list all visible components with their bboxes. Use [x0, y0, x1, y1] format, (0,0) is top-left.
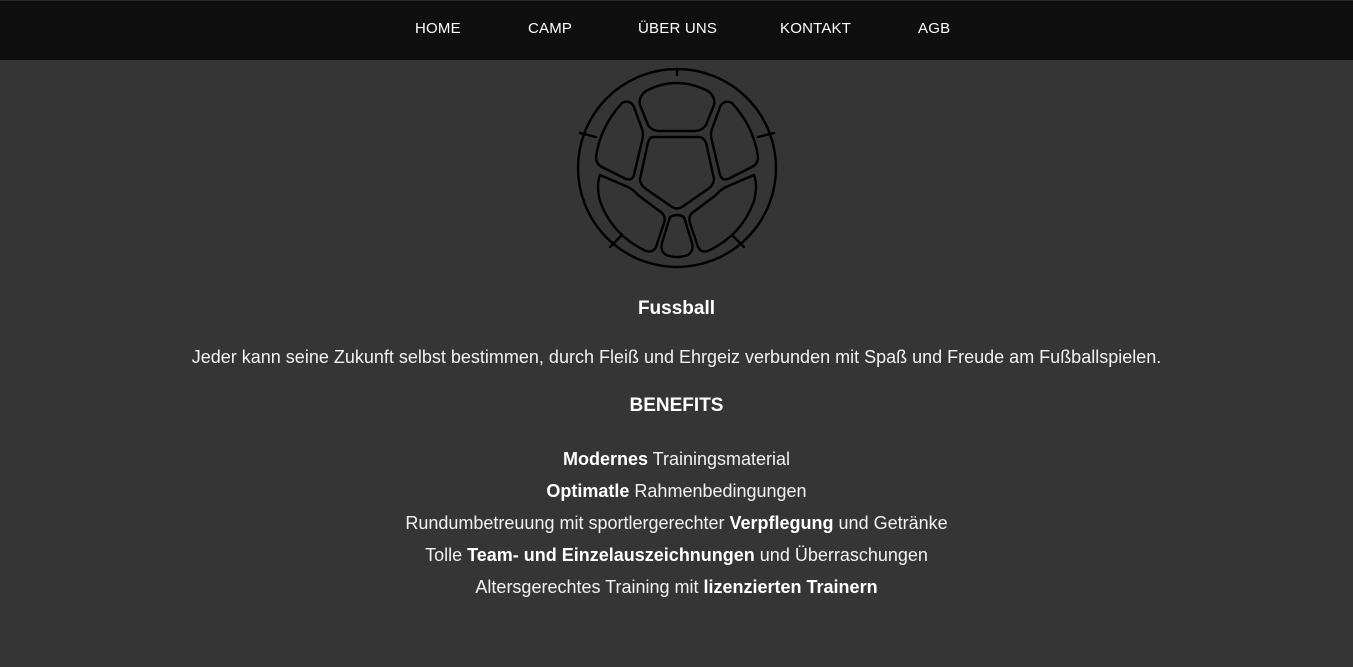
benefits-heading: BENEFITS	[629, 395, 724, 416]
benefit-text: Rundumbetreuung mit sportlergerechter	[405, 513, 730, 533]
list-item: Modernes Trainingsmaterial	[0, 443, 1353, 475]
benefit-highlight: lizenzierten Trainern	[703, 577, 878, 597]
nav-item-agb[interactable]: AGB	[918, 20, 950, 37]
nav-item-camp[interactable]: CAMP	[528, 20, 572, 37]
list-item: Optimatle Rahmenbedingungen	[0, 475, 1353, 507]
nav-item-ueber-uns[interactable]: ÜBER UNS	[638, 20, 717, 37]
list-item: Tolle Team- und Einzelauszeichnungen und…	[0, 539, 1353, 571]
benefit-text: Rahmenbedingungen	[629, 481, 807, 501]
benefit-text: Tolle	[425, 545, 468, 565]
page-title: Fussball	[637, 298, 716, 319]
list-item: Altersgerechtes Training mit lizenzierte…	[0, 571, 1353, 603]
benefits-list: Modernes Trainingsmaterial Optimatle Rah…	[0, 443, 1353, 603]
benefit-text: Altersgerechtes Training mit	[475, 577, 704, 597]
benefit-highlight: Verpflegung	[729, 513, 834, 533]
benefit-text: und Getränke	[833, 513, 948, 533]
top-navigation: HOME CAMP ÜBER UNS KONTAKT AGB	[0, 0, 1353, 60]
benefit-highlight: Team- und Einzelauszeichnungen	[467, 545, 755, 565]
nav-item-home[interactable]: HOME	[415, 20, 461, 37]
benefit-text: und Überraschungen	[754, 545, 928, 565]
benefit-highlight: Optimatle	[546, 481, 630, 501]
benefit-text: Trainingsmaterial	[647, 449, 791, 469]
football-icon	[576, 67, 778, 269]
nav-item-kontakt[interactable]: KONTAKT	[780, 20, 851, 37]
list-item: Rundumbetreuung mit sportlergerechter Ve…	[0, 507, 1353, 539]
intro-text: Jeder kann seine Zukunft selbst bestimme…	[191, 347, 1162, 367]
benefit-highlight: Modernes	[562, 449, 648, 469]
